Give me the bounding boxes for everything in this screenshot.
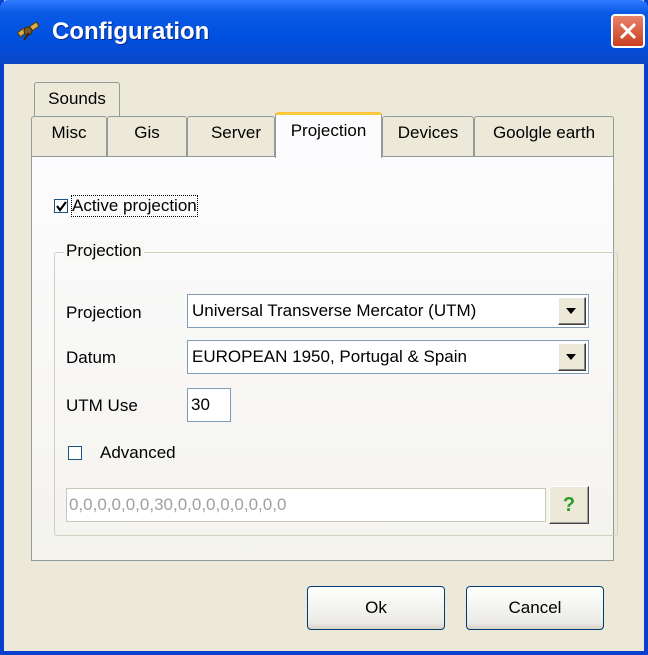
tab-projection[interactable]: Projection — [275, 112, 382, 158]
tab-devices[interactable]: Devices — [382, 116, 474, 156]
utm-use-label: UTM Use — [66, 396, 138, 415]
help-button[interactable]: ? — [549, 486, 589, 524]
checkmark-icon — [56, 201, 67, 212]
advanced-label: Advanced — [100, 443, 176, 462]
projection-dropdown-value: Universal Transverse Mercator (UTM) — [192, 301, 477, 320]
projection-params-field[interactable]: 0,0,0,0,0,0,30,0,0,0,0,0,0,0,0 — [66, 488, 546, 522]
active-projection-checkbox[interactable] — [54, 199, 68, 213]
tab-projection-label: Projection — [290, 121, 367, 140]
datum-dropdown[interactable]: EUROPEAN 1950, Portugal & Spain — [187, 340, 589, 374]
utm-use-input[interactable]: 30 — [187, 388, 231, 422]
datum-dropdown-value: EUROPEAN 1950, Portugal & Spain — [192, 347, 467, 366]
datum-dropdown-button[interactable] — [558, 343, 586, 371]
projection-dropdown[interactable]: Universal Transverse Mercator (UTM) — [187, 294, 589, 328]
tab-gis-label: Gis — [134, 123, 160, 142]
tab-devices-label: Devices — [397, 123, 459, 142]
satellite-icon — [16, 21, 40, 41]
chevron-down-icon — [566, 308, 576, 314]
datum-label: Datum — [66, 348, 117, 367]
close-icon — [619, 22, 637, 40]
tab-misc[interactable]: Misc — [31, 116, 107, 156]
tab-sounds[interactable]: Sounds — [34, 82, 120, 118]
tab-google-earth-label: Goolgle earth — [492, 123, 596, 142]
projection-dropdown-button[interactable] — [558, 297, 586, 325]
configuration-dialog: Configuration Sounds Misc Gis Server Pro… — [0, 0, 648, 655]
advanced-checkbox[interactable] — [68, 446, 82, 460]
tab-server-label: Server — [210, 123, 262, 142]
tab-gis[interactable]: Gis — [107, 116, 187, 156]
tab-server[interactable]: Server — [187, 116, 275, 156]
projection-label: Projection — [66, 303, 142, 322]
window-title: Configuration — [52, 18, 210, 45]
cancel-button[interactable]: Cancel — [466, 586, 604, 630]
tab-google-earth[interactable]: Goolgle earth — [474, 116, 614, 156]
projection-group-title: Projection — [64, 241, 144, 261]
tab-misc-label: Misc — [51, 123, 87, 142]
active-projection-label[interactable]: Active projection — [71, 195, 198, 217]
ok-button[interactable]: Ok — [307, 586, 445, 630]
close-button[interactable] — [611, 14, 645, 48]
title-bar[interactable]: Configuration — [0, 0, 648, 64]
tab-sounds-label: Sounds — [48, 89, 106, 108]
chevron-down-icon — [566, 354, 576, 360]
